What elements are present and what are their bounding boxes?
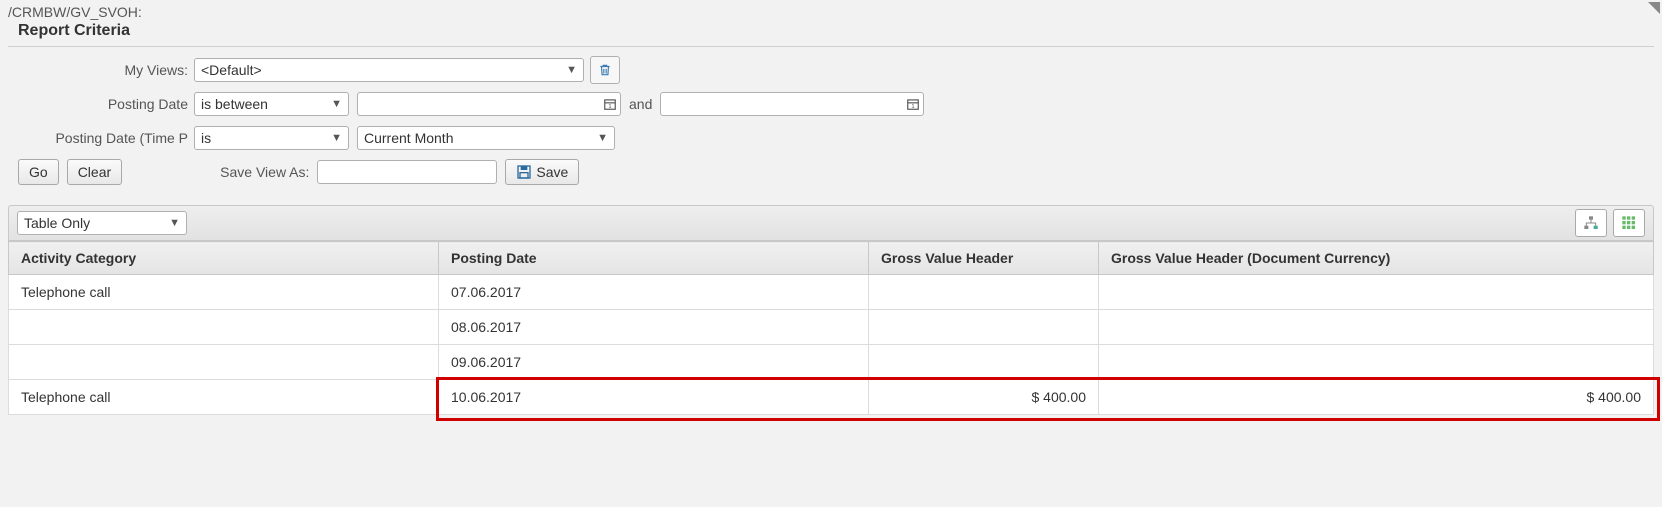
posting-date-to-field[interactable]: 1 (660, 92, 924, 116)
chevron-down-icon: ▼ (566, 64, 577, 76)
cell-gross1 (869, 345, 1099, 380)
save-view-as-label: Save View As: (220, 164, 309, 180)
grid-icon (1621, 215, 1637, 231)
my-views-select[interactable]: <Default> ▼ (194, 58, 584, 82)
posting-date-time-operator-value: is (201, 130, 211, 146)
cell-gross2 (1099, 345, 1654, 380)
calendar-icon[interactable]: 1 (600, 97, 620, 111)
divider (8, 46, 1654, 47)
cell-gross2: $ 400.00 (1099, 380, 1654, 415)
table-row[interactable]: Telephone call 10.06.2017 $ 400.00 $ 400… (9, 380, 1654, 415)
svg-text:1: 1 (608, 104, 611, 110)
grid-view-button[interactable] (1613, 209, 1645, 237)
col-gross-value-header[interactable]: Gross Value Header (869, 242, 1099, 275)
col-activity-category[interactable]: Activity Category (9, 242, 439, 275)
save-icon (516, 164, 532, 180)
results-table-container: Activity Category Posting Date Gross Val… (8, 241, 1654, 415)
my-views-value: <Default> (201, 62, 262, 78)
posting-date-label: Posting Date (18, 96, 194, 112)
cell-gross1: $ 400.00 (869, 380, 1099, 415)
trash-icon (598, 63, 612, 77)
col-gross-value-header-doc[interactable]: Gross Value Header (Document Currency) (1099, 242, 1654, 275)
posting-date-operator-value: is between (201, 96, 268, 112)
cell-posting: 07.06.2017 (439, 275, 869, 310)
view-mode-value: Table Only (24, 215, 90, 231)
and-label: and (629, 96, 652, 112)
chevron-down-icon: ▼ (331, 132, 342, 144)
my-views-label: My Views: (18, 62, 194, 78)
table-header-row: Activity Category Posting Date Gross Val… (9, 242, 1654, 275)
col-posting-date[interactable]: Posting Date (439, 242, 869, 275)
cell-activity (9, 310, 439, 345)
cell-posting: 09.06.2017 (439, 345, 869, 380)
chevron-down-icon: ▼ (597, 132, 608, 144)
posting-date-to-input[interactable] (661, 93, 903, 115)
hierarchy-view-button[interactable] (1575, 209, 1607, 237)
page-title: Report Criteria (18, 22, 1654, 40)
delete-view-button[interactable] (590, 56, 620, 84)
posting-date-operator-select[interactable]: is between ▼ (194, 92, 349, 116)
criteria-section: My Views: <Default> ▼ Posting Date is be… (18, 57, 1654, 185)
posting-date-time-value-select[interactable]: Current Month ▼ (357, 126, 615, 150)
cell-activity (9, 345, 439, 380)
posting-date-from-input[interactable] (358, 93, 600, 115)
posting-date-time-label: Posting Date (Time P (18, 130, 194, 146)
svg-text:1: 1 (912, 104, 915, 110)
results-table: Activity Category Posting Date Gross Val… (8, 241, 1654, 415)
view-mode-select[interactable]: Table Only ▼ (17, 211, 187, 235)
cell-activity: Telephone call (9, 275, 439, 310)
chevron-down-icon: ▼ (169, 217, 180, 229)
scroll-indicator (1646, 2, 1660, 16)
breadcrumb: /CRMBW/GV_SVOH: (8, 4, 1654, 20)
results-toolbar: Table Only ▼ (8, 205, 1654, 241)
cell-gross2 (1099, 275, 1654, 310)
cell-gross1 (869, 275, 1099, 310)
table-row[interactable]: Telephone call 07.06.2017 (9, 275, 1654, 310)
chevron-down-icon: ▼ (331, 98, 342, 110)
posting-date-time-value: Current Month (364, 130, 453, 146)
calendar-icon[interactable]: 1 (903, 97, 923, 111)
table-row[interactable]: 08.06.2017 (9, 310, 1654, 345)
table-row[interactable]: 09.06.2017 (9, 345, 1654, 380)
hierarchy-icon (1583, 215, 1599, 231)
save-button[interactable]: Save (505, 159, 579, 185)
posting-date-time-operator-select[interactable]: is ▼ (194, 126, 349, 150)
cell-gross1 (869, 310, 1099, 345)
clear-button[interactable]: Clear (67, 159, 122, 185)
save-view-as-input[interactable] (317, 160, 497, 184)
posting-date-from-field[interactable]: 1 (357, 92, 621, 116)
cell-gross2 (1099, 310, 1654, 345)
cell-activity: Telephone call (9, 380, 439, 415)
cell-posting: 08.06.2017 (439, 310, 869, 345)
go-button[interactable]: Go (18, 159, 59, 185)
cell-posting: 10.06.2017 (439, 380, 869, 415)
